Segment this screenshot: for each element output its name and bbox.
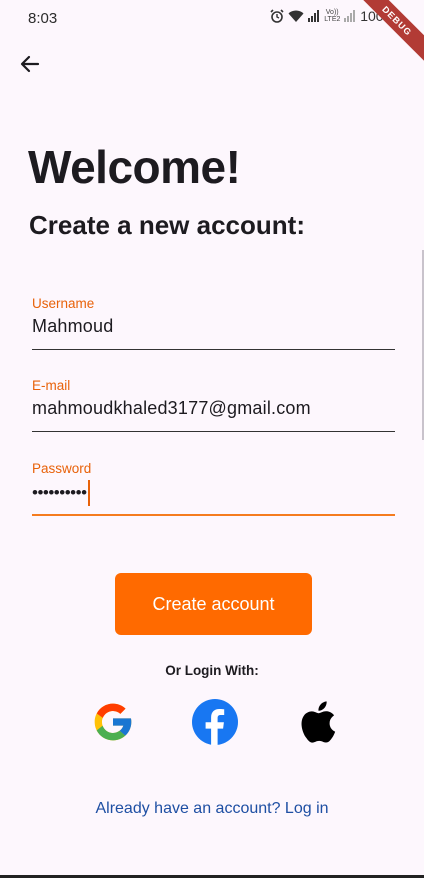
- facebook-icon: [191, 698, 239, 751]
- username-input[interactable]: Mahmoud: [32, 316, 395, 340]
- text-cursor: [87, 480, 90, 506]
- facebook-login-button[interactable]: [191, 698, 239, 751]
- password-label: Password: [32, 461, 92, 476]
- email-field[interactable]: E-mail mahmoudkhaled3177@gmail.com: [32, 378, 395, 432]
- password-input[interactable]: ••••••••••: [32, 480, 395, 506]
- welcome-heading: Welcome!: [28, 141, 241, 193]
- password-field[interactable]: Password ••••••••••: [32, 461, 395, 516]
- login-link[interactable]: Already have an account? Log in: [0, 800, 424, 818]
- or-login-label: Or Login With:: [165, 663, 259, 678]
- arrow-left-icon: [20, 54, 40, 79]
- email-input[interactable]: mahmoudkhaled3177@gmail.com: [32, 398, 395, 422]
- email-underline: [32, 431, 395, 432]
- google-login-button[interactable]: [89, 700, 137, 748]
- password-value: ••••••••••: [32, 483, 87, 502]
- page-subtitle: Create a new account:: [29, 210, 305, 240]
- status-bar: 8:03 Vo)) LTE2 100%: [0, 0, 424, 36]
- signal-icon: [308, 10, 320, 22]
- username-underline: [32, 349, 395, 350]
- back-button[interactable]: [16, 52, 44, 80]
- create-account-button[interactable]: Create account: [115, 573, 312, 635]
- apple-login-button[interactable]: [292, 700, 340, 748]
- wifi-icon: [288, 10, 304, 23]
- apple-icon: [295, 699, 337, 750]
- username-label: Username: [32, 296, 95, 311]
- alarm-icon: [270, 9, 284, 23]
- email-label: E-mail: [32, 378, 71, 393]
- network-label: Vo)) LTE2: [324, 9, 341, 23]
- username-field[interactable]: Username Mahmoud: [32, 296, 395, 350]
- status-time: 8:03: [28, 10, 58, 27]
- signal-icon-2: [344, 10, 356, 22]
- google-icon: [91, 700, 135, 749]
- password-underline: [32, 514, 395, 516]
